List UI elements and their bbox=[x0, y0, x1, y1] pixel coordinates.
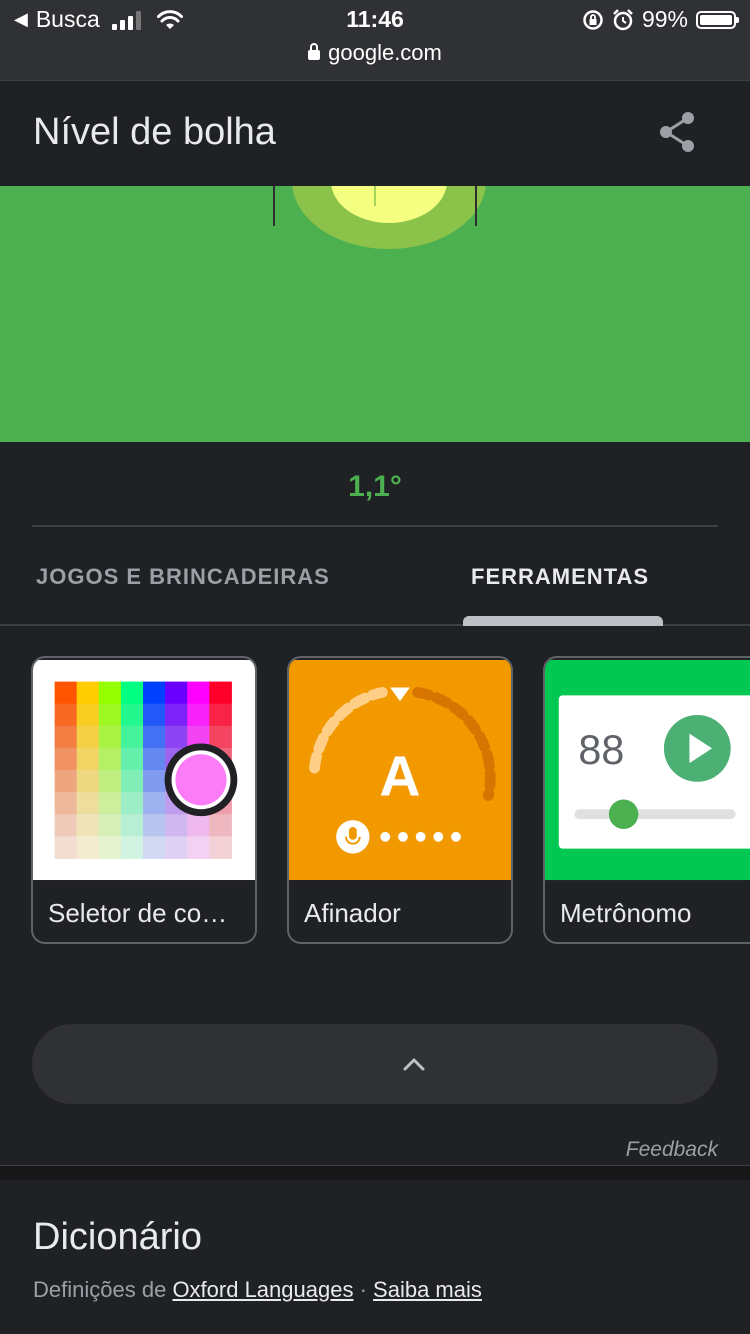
angle-readout: 1,1° bbox=[348, 470, 402, 503]
color-swatch bbox=[76, 770, 100, 793]
color-swatch bbox=[76, 747, 100, 771]
color-swatch bbox=[54, 703, 78, 727]
color-swatch bbox=[54, 725, 78, 749]
color-swatch bbox=[98, 792, 122, 815]
dictionary-attribution: Definições de Oxford Languages · Saiba m… bbox=[33, 1277, 482, 1303]
color-swatch bbox=[209, 703, 232, 727]
rotation-lock-icon bbox=[583, 9, 603, 30]
card-label: Seletor de co… bbox=[48, 898, 228, 928]
color-swatch bbox=[120, 770, 144, 793]
tempo-slider-track bbox=[574, 809, 736, 820]
color-swatch bbox=[98, 703, 122, 727]
color-swatch bbox=[165, 836, 188, 859]
color-swatch bbox=[120, 681, 144, 705]
tab-tools[interactable]: FERRAMENTAS bbox=[471, 564, 649, 590]
color-swatch bbox=[54, 681, 78, 705]
metronome-card[interactable]: 88 Metrônomo bbox=[543, 656, 750, 944]
color-swatch bbox=[143, 836, 166, 859]
url-bar[interactable]: google.com bbox=[0, 40, 750, 66]
battery-icon bbox=[696, 10, 739, 29]
color-swatch bbox=[54, 770, 78, 793]
card-label: Metrônomo bbox=[560, 898, 692, 928]
color-swatch bbox=[143, 747, 166, 771]
attribution-separator: · bbox=[359, 1277, 367, 1302]
color-swatch bbox=[165, 725, 188, 749]
color-swatch bbox=[98, 747, 122, 771]
color-swatch bbox=[143, 725, 166, 749]
color-swatch bbox=[98, 681, 122, 705]
color-swatch bbox=[120, 836, 144, 859]
browser-status-bar: ◀ Busca 11:46 google.com 99% bbox=[0, 0, 750, 81]
color-swatch bbox=[187, 681, 210, 705]
share-icon[interactable] bbox=[652, 106, 704, 158]
color-swatch bbox=[209, 725, 232, 749]
attribution-prefix: Definições de bbox=[33, 1277, 167, 1302]
color-swatch bbox=[120, 814, 144, 837]
color-swatch bbox=[54, 836, 78, 859]
color-swatch bbox=[120, 703, 144, 727]
color-swatch bbox=[165, 814, 188, 837]
color-swatch bbox=[165, 681, 188, 705]
color-swatch bbox=[120, 725, 144, 749]
color-swatch bbox=[76, 681, 100, 705]
color-swatch bbox=[143, 792, 166, 815]
status-right: 99% bbox=[582, 6, 739, 33]
color-swatch bbox=[98, 836, 122, 859]
tuner-art: A bbox=[289, 659, 511, 881]
section-separator bbox=[0, 1165, 750, 1180]
color-swatch bbox=[143, 703, 166, 727]
battery-percent: 99% bbox=[641, 6, 688, 32]
color-swatch bbox=[54, 792, 78, 815]
color-swatch bbox=[209, 681, 232, 705]
color-swatch bbox=[76, 814, 100, 837]
collapse-button[interactable] bbox=[32, 1024, 718, 1104]
color-swatch bbox=[187, 836, 210, 859]
lock-icon bbox=[308, 43, 321, 60]
color-swatch bbox=[54, 814, 78, 837]
color-swatch bbox=[76, 703, 100, 727]
app-header: Nível de bolha bbox=[0, 81, 750, 186]
color-swatch bbox=[120, 792, 144, 815]
color-picker-card[interactable]: Seletor de co… bbox=[31, 656, 257, 944]
color-swatch bbox=[143, 681, 166, 705]
color-swatch bbox=[143, 814, 166, 837]
dictionary-title: Dicionário bbox=[33, 1216, 202, 1258]
color-swatch bbox=[209, 836, 232, 859]
color-picker-art bbox=[33, 659, 255, 881]
color-swatch bbox=[76, 836, 100, 859]
tuner-note: A bbox=[379, 745, 420, 809]
color-swatch bbox=[54, 747, 78, 771]
tab-games[interactable]: JOGOS E BRINCADEIRAS bbox=[36, 564, 330, 590]
page-title: Nível de bolha bbox=[33, 111, 276, 153]
card-label: Afinador bbox=[304, 898, 401, 928]
divider bbox=[32, 525, 718, 527]
chevron-up-icon bbox=[403, 1058, 425, 1071]
bubble-level-graphic bbox=[273, 186, 486, 249]
color-swatch bbox=[98, 814, 122, 837]
color-swatch bbox=[187, 703, 210, 727]
tempo-slider-thumb bbox=[608, 799, 639, 829]
category-tabs: JOGOS E BRINCADEIRAS FERRAMENTAS bbox=[0, 540, 750, 626]
color-swatch bbox=[76, 725, 100, 749]
metronome-bpm: 88 bbox=[578, 727, 624, 773]
feedback-link[interactable]: Feedback bbox=[626, 1138, 718, 1162]
oxford-languages-link[interactable]: Oxford Languages bbox=[172, 1277, 353, 1302]
active-tab-indicator bbox=[463, 616, 663, 626]
metronome-art: 88 bbox=[545, 659, 750, 881]
color-swatch bbox=[120, 747, 144, 771]
color-swatch bbox=[98, 770, 122, 793]
alarm-icon bbox=[613, 8, 633, 30]
bubble-level bbox=[0, 186, 750, 442]
color-swatch bbox=[98, 725, 122, 749]
color-swatch bbox=[209, 814, 232, 837]
color-swatch bbox=[76, 792, 100, 815]
url-text: google.com bbox=[328, 40, 442, 65]
color-swatch bbox=[187, 814, 210, 837]
color-swatch bbox=[143, 770, 166, 793]
color-swatch bbox=[165, 703, 188, 727]
tuner-card[interactable]: A Afinador bbox=[287, 656, 513, 944]
learn-more-link[interactable]: Saiba mais bbox=[373, 1277, 482, 1302]
